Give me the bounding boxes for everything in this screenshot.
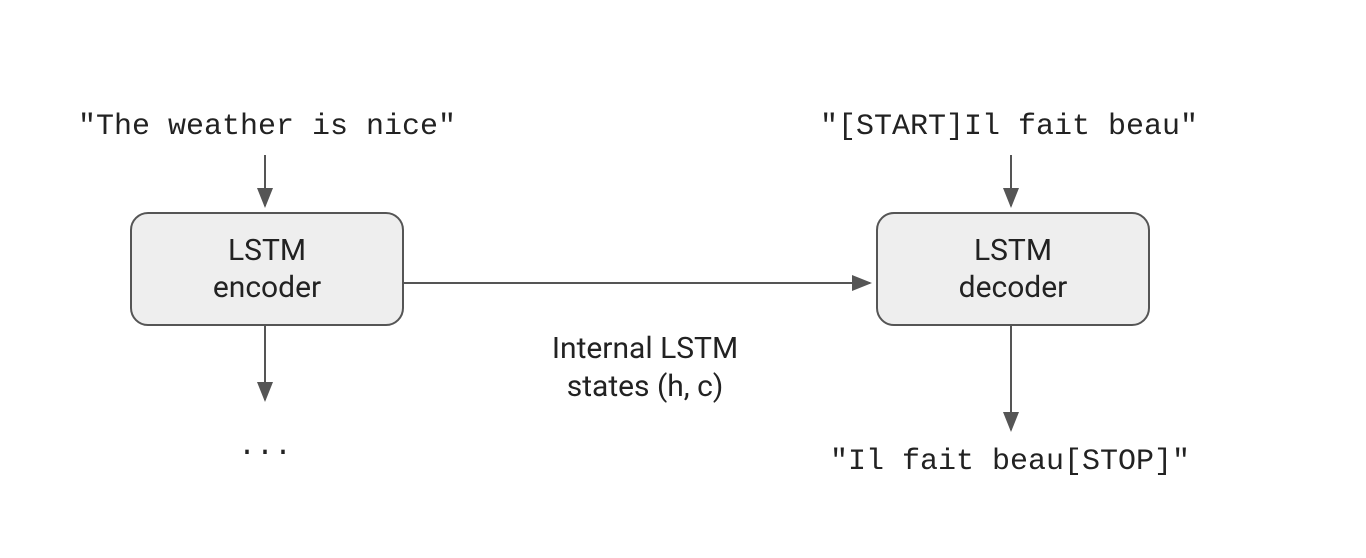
encoder-input-text: "The weather is nice" xyxy=(78,110,456,144)
encoder-node-line2: encoder xyxy=(213,270,321,305)
diagram-canvas: "The weather is nice" "[START]Il fait be… xyxy=(0,0,1366,558)
encoder-node-label: LSTM encoder xyxy=(213,232,321,307)
decoder-output-text: "Il fait beau[STOP]" xyxy=(830,445,1190,479)
edge-label-line1: Internal LSTM xyxy=(552,331,738,366)
decoder-node-line2: decoder xyxy=(959,270,1068,305)
decoder-input-text: "[START]Il fait beau" xyxy=(820,110,1198,144)
decoder-node-line1: LSTM xyxy=(974,233,1052,268)
encoder-output-text: ... xyxy=(238,430,292,464)
decoder-node-label: LSTM decoder xyxy=(959,232,1068,307)
decoder-node: LSTM decoder xyxy=(876,212,1150,326)
encoder-node-line1: LSTM xyxy=(228,233,306,268)
edge-label: Internal LSTM states (h, c) xyxy=(530,330,760,405)
edge-label-line2: states (h, c) xyxy=(567,369,724,404)
encoder-node: LSTM encoder xyxy=(130,212,404,326)
